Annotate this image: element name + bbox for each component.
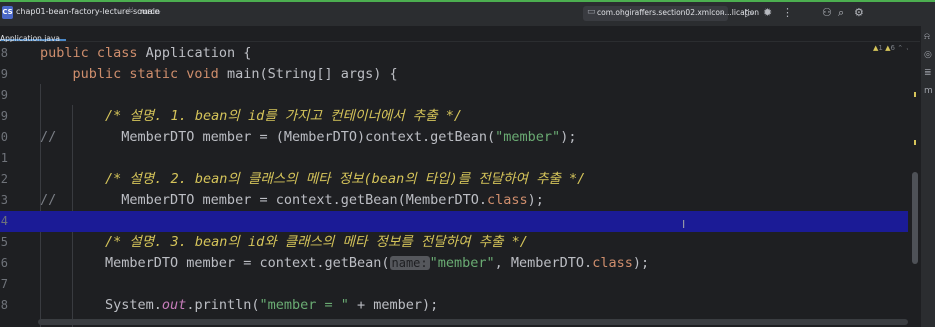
line-number: 8: [0, 298, 8, 312]
more-icon[interactable]: ⋮: [782, 6, 793, 19]
debug-icon[interactable]: ✹: [763, 6, 772, 19]
code-text: MemberDTO member = context.getBean(Membe…: [40, 190, 544, 211]
code-token: System.: [40, 297, 162, 313]
code-text: /* 설명. 2. bean의 클래스의 메타 정보(bean의 타입)를 전달…: [40, 169, 585, 190]
code-line[interactable]: 8 public class Application {: [0, 43, 908, 64]
code-line[interactable]: 1: [0, 148, 908, 169]
code-token: /* 설명. 1.: [40, 108, 195, 124]
run-configuration-label: com.ohgiraffers.section02.xmlcon...licat…: [597, 8, 760, 17]
code-token: /* 설명. 3. bean의 id와 클래스의 메타 정보를 전달하여 추출 …: [40, 234, 528, 250]
code-line[interactable]: 9 public static void main(String[] args)…: [0, 64, 908, 85]
code-line-current[interactable]: 4: [0, 211, 908, 232]
code-token: class: [592, 255, 633, 271]
vertical-scrollbar-thumb[interactable]: [912, 172, 918, 264]
ai-assistant-icon[interactable]: ◎: [924, 50, 932, 60]
right-tool-window-bar: ⍾ ◎ ≣ m: [920, 26, 935, 327]
warning-marker[interactable]: [914, 92, 916, 97]
git-branch-icon[interactable]: ⑂: [128, 6, 133, 16]
line-number: 9: [0, 88, 8, 102]
line-number: 8: [0, 46, 8, 60]
code-token: "member": [495, 129, 561, 145]
code-editor[interactable]: 8 public class Application {9 public stat…: [0, 42, 908, 327]
code-token: public static void: [40, 66, 227, 82]
line-number: 1: [0, 151, 8, 165]
mouse-cursor-icon: I: [682, 218, 686, 231]
weak-warning-count: 6: [890, 44, 895, 52]
code-token: public class: [40, 45, 146, 61]
line-number: 4: [0, 214, 8, 228]
tab-application-java[interactable]: Application.java: [0, 26, 67, 43]
line-number: 3: [0, 193, 8, 207]
code-token: + member);: [348, 297, 439, 313]
code-token: MemberDTO member = context.getBean(: [40, 255, 390, 271]
code-token: main(String[] args) {: [226, 66, 398, 82]
line-number: 9: [0, 67, 8, 81]
code-token: , MemberDTO.: [494, 255, 593, 271]
run-configuration-selector[interactable]: ▭ com.ohgiraffers.section02.xmlcon...lic…: [583, 6, 759, 21]
code-token: );: [527, 192, 544, 208]
code-line[interactable]: 3// MemberDTO member = context.getBean(M…: [0, 190, 908, 211]
chevron-down-icon: ⌄: [719, 8, 725, 16]
notifications-icon[interactable]: ⍾: [924, 32, 930, 42]
code-token: );: [632, 255, 650, 271]
code-token: .println(: [186, 297, 260, 313]
code-text: /* 설명. 3. bean의 id와 클래스의 메타 정보를 전달하여 추출 …: [40, 232, 528, 253]
add-user-icon[interactable]: ⚇: [822, 6, 832, 19]
code-text: MemberDTO member = context.getBean(name:…: [40, 253, 649, 274]
line-number: 9: [0, 109, 8, 123]
project-selector[interactable]: chap01-bean-factory-lecture-source: [16, 7, 160, 16]
code-text: public static void main(String[] args) {: [40, 64, 398, 85]
line-number: 6: [0, 256, 8, 270]
code-token: MemberDTO member = (MemberDTO)context.ge…: [40, 129, 496, 145]
settings-icon[interactable]: ⚙: [854, 6, 864, 19]
code-token: out: [161, 297, 187, 313]
line-number: 7: [0, 277, 8, 291]
code-line[interactable]: 9 /* 설명. 1. bean의 id를 가지고 컨테이너에서 추출 */: [0, 106, 908, 127]
inspection-widget[interactable]: ▲1 ▲6 ⌃ ⌄: [873, 44, 911, 52]
chevron-down-icon[interactable]: ⌄: [156, 7, 162, 15]
code-line[interactable]: 2 /* 설명. 2. bean의 클래스의 메타 정보(bean의 타입)를 …: [0, 169, 908, 190]
line-number: 5: [0, 235, 8, 249]
app-icon: ▭: [587, 7, 596, 17]
code-line[interactable]: 5 /* 설명. 3. bean의 id와 클래스의 메타 정보를 전달하여 추…: [0, 232, 908, 253]
chevron-up-icon[interactable]: ⌃: [897, 44, 903, 52]
warning-marker[interactable]: [914, 140, 916, 145]
code-token: "member": [429, 255, 495, 271]
warning-count: 1: [878, 44, 883, 52]
code-token: class: [487, 192, 528, 208]
code-token: /* 설명. 2. bean의 클래스의 메타 정보(bean의 타입)를 전달…: [40, 171, 586, 187]
code-text: /* 설명. 1. bean의 id를 가지고 컨테이너에서 추출 */: [40, 106, 462, 127]
maven-icon[interactable]: m: [924, 86, 933, 96]
code-text: System.out.println("member = " + member)…: [40, 295, 438, 316]
chevron-down-icon[interactable]: ⌄: [116, 7, 122, 15]
code-token: MemberDTO member = context.getBean(Membe…: [40, 192, 488, 208]
code-line[interactable]: 7: [0, 274, 908, 295]
search-icon[interactable]: ⌕: [838, 6, 844, 20]
horizontal-scrollbar[interactable]: [38, 319, 908, 325]
project-badge[interactable]: CS: [2, 6, 13, 19]
line-number: 2: [0, 172, 8, 186]
title-bar: CS chap01-bean-factory-lecture-source ⌄ …: [0, 0, 935, 26]
database-icon[interactable]: ≣: [924, 68, 932, 78]
code-token: "member = ": [259, 297, 349, 313]
code-token: );: [560, 129, 577, 145]
line-number: 0: [0, 130, 8, 144]
run-icon[interactable]: ▷: [745, 6, 753, 19]
code-line[interactable]: 6 MemberDTO member = context.getBean(nam…: [0, 253, 908, 274]
code-token: bean의 id를 가지고 컨테이너에서 추출 */: [194, 108, 463, 124]
code-token: Application {: [145, 45, 252, 61]
parameter-hint: name:: [389, 256, 430, 270]
code-text: public class Application {: [40, 43, 251, 64]
code-line[interactable]: 8 System.out.println("member = " + membe…: [0, 295, 908, 316]
code-text: MemberDTO member = (MemberDTO)context.ge…: [40, 127, 576, 148]
editor-tab-bar: Application.java: [0, 26, 920, 43]
code-line[interactable]: 0// MemberDTO member = (MemberDTO)contex…: [0, 127, 908, 148]
code-line[interactable]: 9: [0, 85, 908, 106]
